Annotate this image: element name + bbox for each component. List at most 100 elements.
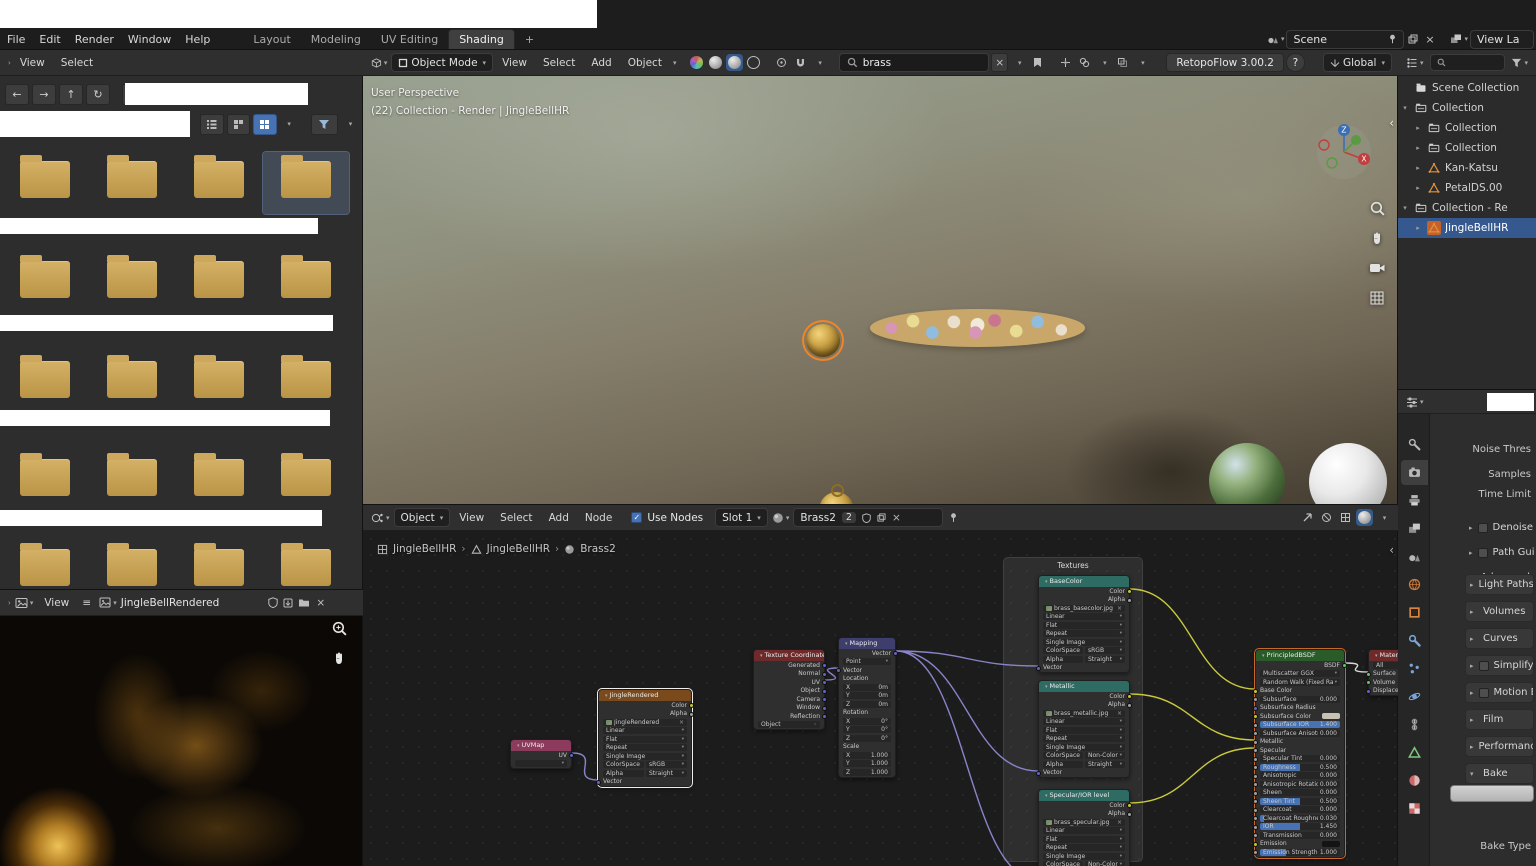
node-header[interactable]: ▾ Metallic [1039,681,1129,692]
file-folder-item[interactable] [263,540,349,590]
properties-tab-modifiers[interactable] [1401,628,1428,653]
properties-section-motion-blur[interactable]: ▸ Motion Blur [1465,682,1534,703]
properties-tab-data[interactable] [1401,740,1428,765]
output-socket[interactable] [1127,597,1132,603]
editor-corner-icon[interactable]: › [8,59,11,67]
menu-render[interactable]: Render [68,31,121,48]
output-socket[interactable] [893,651,898,656]
file-folder-item[interactable] [89,352,175,414]
file-folder-item[interactable] [176,352,262,414]
node-field-colorspace[interactable]: ColorSpace Non-Color ▾ [1039,861,1129,866]
pin-icon[interactable] [1388,34,1397,44]
expand-arrow[interactable]: ▸ [1470,608,1478,616]
pan-hand-icon[interactable] [331,650,347,669]
file-folder-item[interactable] [176,450,262,512]
properties-section-bake[interactable]: ▾ Bake [1465,763,1534,784]
node-dropdown-flat[interactable]: Flat ▾ [1039,835,1129,844]
overlays-icon[interactable] [1076,53,1093,72]
input-socket[interactable] [1253,824,1258,830]
input-socket[interactable] [1253,739,1258,745]
input-socket[interactable] [1253,714,1258,719]
node-jinglerendered[interactable]: ▾ JingleRendered Color Alpha JingleRendered ×… [596,688,694,788]
output-socket[interactable] [1127,803,1132,808]
search-options-dropdown[interactable]: ▾ [1010,53,1027,72]
node-slider-emission-strength[interactable]: Emission Strength 1.000 [1253,848,1344,857]
node-header[interactable]: ▾ PrincipledBSDF [1256,650,1344,661]
file-folder-item[interactable] [89,540,175,590]
expand-arrow[interactable]: ▸ [1470,689,1474,697]
node-slider-clearcoat-roughness[interactable]: Clearcoat Roughness0.030 [1253,814,1344,823]
node-dropdown-repeat[interactable]: Repeat ▾ [1039,844,1129,853]
node-number-y[interactable]: Y 0° [839,726,895,735]
properties-section-film[interactable]: ▸ Film [1465,709,1534,730]
node-dropdown-all[interactable]: All▾ [1369,661,1398,670]
menu-view[interactable]: View [13,55,52,71]
node-field-colorspace[interactable]: ColorSpace sRGB ▾ [1039,647,1129,656]
node-number-z[interactable]: Z 0° [839,734,895,743]
node-slider-clearcoat[interactable]: Clearcoat 0.000 [1253,806,1344,815]
output-socket[interactable] [822,688,827,694]
editor-type-button[interactable]: ▾ [369,508,392,527]
menu-select[interactable]: Select [536,55,582,71]
node-mapping[interactable]: ▾ Mapping Vector Point ▾ Vector Location X 0m Y 0m… [836,637,898,778]
node-dropdown-item[interactable]: ▾ [511,760,571,769]
editor-type-button[interactable]: ▾ [1404,53,1426,72]
input-socket[interactable] [1253,841,1258,847]
outliner-item-collection[interactable]: ▸ Collection [1398,118,1536,138]
file-folder-item[interactable] [2,352,88,414]
node-dropdown-single-image[interactable]: Single Image ▾ [1039,743,1129,752]
menus-collapsed-icon[interactable]: ≡ [78,593,95,612]
display-settings-dropdown[interactable]: ▾ [280,115,297,134]
expand-arrow[interactable]: ▸ [1413,124,1423,132]
pan-tool-icon[interactable] [1369,230,1386,247]
section-checkbox[interactable] [1477,522,1488,533]
open-image-folder-icon[interactable] [298,598,310,608]
input-socket[interactable] [1253,833,1258,838]
menu-window[interactable]: Window [121,31,178,48]
node-dropdown-single-image[interactable]: Single Image ▾ [599,752,691,761]
node-number-y[interactable]: Y 0m [839,692,895,701]
tab-layout[interactable]: Layout [243,30,300,49]
snap-node-icon[interactable] [1318,508,1335,527]
outliner-item-jinglebellhr[interactable]: ▸ JingleBellHR [1398,218,1536,238]
file-folder-item[interactable] [262,151,350,215]
node-dropdown-linear[interactable]: Linear ▾ [1039,718,1129,727]
input-socket[interactable] [1253,816,1258,821]
viewport-search-input[interactable]: brass [838,53,990,72]
transform-orientation-select[interactable]: Global ▾ [1322,53,1392,72]
input-socket[interactable] [1253,807,1258,813]
node-slider-sheen[interactable]: Sheen 0.000 [1253,789,1344,798]
input-socket[interactable] [1036,665,1041,671]
node-texture-coordinate[interactable]: ▾ Texture Coordinate Generated Normal UV Obje… [753,649,827,730]
node-field-alpha[interactable]: Alpha Straight ▾ [599,769,691,778]
node-dropdown-linear[interactable]: Linear ▾ [599,727,691,736]
node-slider-subsurface[interactable]: Subsurface 0.000 [1253,695,1344,704]
expand-arrow[interactable]: ▸ [1413,144,1423,152]
pin-icon[interactable] [945,508,962,527]
delete-scene-button[interactable]: × [1421,30,1438,49]
filter-settings-dropdown[interactable]: ▾ [341,115,358,134]
fake-user-icon[interactable] [268,597,278,608]
output-socket[interactable] [569,753,574,758]
file-folder-item[interactable] [263,450,349,512]
outliner-search-field[interactable] [1429,54,1506,71]
output-socket[interactable] [689,703,694,708]
snap-grid-icon[interactable] [1337,508,1354,527]
node-dropdown-flat[interactable]: Flat ▾ [1039,726,1129,735]
shader-type-select[interactable]: Object ▾ [393,508,451,527]
color-swatch[interactable] [1322,840,1340,847]
node-dropdown-linear[interactable]: Linear ▾ [1039,613,1129,622]
properties-section-simplify[interactable]: ▸ Simplify [1465,655,1534,676]
properties-tab-physics[interactable] [1401,684,1428,709]
output-socket[interactable] [822,714,827,719]
breadcrumb-material[interactable]: Brass2 [580,543,616,555]
output-socket[interactable] [689,711,694,717]
node-number-x[interactable]: X 0m [839,683,895,692]
node-header[interactable]: ▾ Texture Coordinate [754,650,824,661]
user-count-badge[interactable]: 2 [841,512,856,523]
properties-section-performance[interactable]: ▸ Performance [1465,736,1534,757]
node-slider-anisotropic-rotation[interactable]: Anisotropic Rotation 0.000 [1253,780,1344,789]
node-material-output[interactable]: ▾Material OutputAll▾SurfaceVolumeDisplac… [1366,649,1398,696]
viewlayer-browse-button[interactable]: ▾ [1448,30,1470,49]
input-socket[interactable] [596,779,601,785]
